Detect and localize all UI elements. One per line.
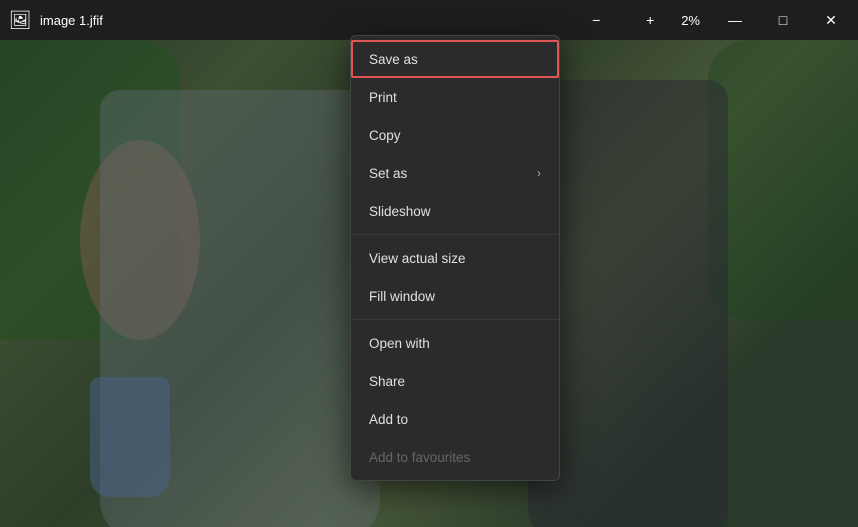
zoom-level: 2% bbox=[681, 13, 700, 28]
titlebar: 🖼 image 1.jfif − + 2% — □ ✕ bbox=[0, 0, 858, 40]
menu-separator-separator1 bbox=[351, 234, 559, 235]
minimize-button[interactable]: — bbox=[712, 4, 758, 36]
menu-item-label-add-to: Add to bbox=[369, 412, 408, 427]
menu-item-label-open-with: Open with bbox=[369, 336, 430, 351]
menu-item-add-to[interactable]: Add to bbox=[351, 400, 559, 438]
menu-item-label-slideshow: Slideshow bbox=[369, 204, 431, 219]
menu-item-save-as[interactable]: Save as bbox=[351, 40, 559, 78]
window-controls: — □ ✕ bbox=[712, 4, 854, 36]
window-title: image 1.jfif bbox=[40, 13, 573, 28]
menu-item-fill-window[interactable]: Fill window bbox=[351, 277, 559, 315]
menu-item-add-to-favourites: Add to favourites bbox=[351, 438, 559, 476]
zoom-in-button[interactable]: + bbox=[627, 4, 673, 36]
menu-item-label-add-to-favourites: Add to favourites bbox=[369, 450, 470, 465]
menu-item-print[interactable]: Print bbox=[351, 78, 559, 116]
menu-item-label-fill-window: Fill window bbox=[369, 289, 435, 304]
menu-item-label-save-as: Save as bbox=[369, 52, 418, 67]
menu-item-share[interactable]: Share bbox=[351, 362, 559, 400]
menu-separator-separator2 bbox=[351, 319, 559, 320]
blue-vase bbox=[90, 377, 170, 497]
menu-item-view-actual-size[interactable]: View actual size bbox=[351, 239, 559, 277]
close-button[interactable]: ✕ bbox=[808, 4, 854, 36]
menu-item-label-set-as: Set as bbox=[369, 166, 407, 181]
greenery-right bbox=[708, 40, 858, 320]
menu-item-arrow-set-as: › bbox=[537, 166, 541, 180]
app-icon: 🖼 bbox=[0, 0, 40, 40]
menu-item-label-share: Share bbox=[369, 374, 405, 389]
zoom-controls: − + 2% bbox=[573, 4, 700, 36]
menu-item-label-copy: Copy bbox=[369, 128, 401, 143]
menu-item-open-with[interactable]: Open with bbox=[351, 324, 559, 362]
menu-item-label-print: Print bbox=[369, 90, 397, 105]
maximize-button[interactable]: □ bbox=[760, 4, 806, 36]
menu-item-set-as[interactable]: Set as › bbox=[351, 154, 559, 192]
menu-item-copy[interactable]: Copy bbox=[351, 116, 559, 154]
menu-item-slideshow[interactable]: Slideshow bbox=[351, 192, 559, 230]
zoom-out-button[interactable]: − bbox=[573, 4, 619, 36]
menu-item-label-view-actual-size: View actual size bbox=[369, 251, 466, 266]
context-menu: Save as Print Copy Set as › Slideshow View act… bbox=[350, 35, 560, 481]
